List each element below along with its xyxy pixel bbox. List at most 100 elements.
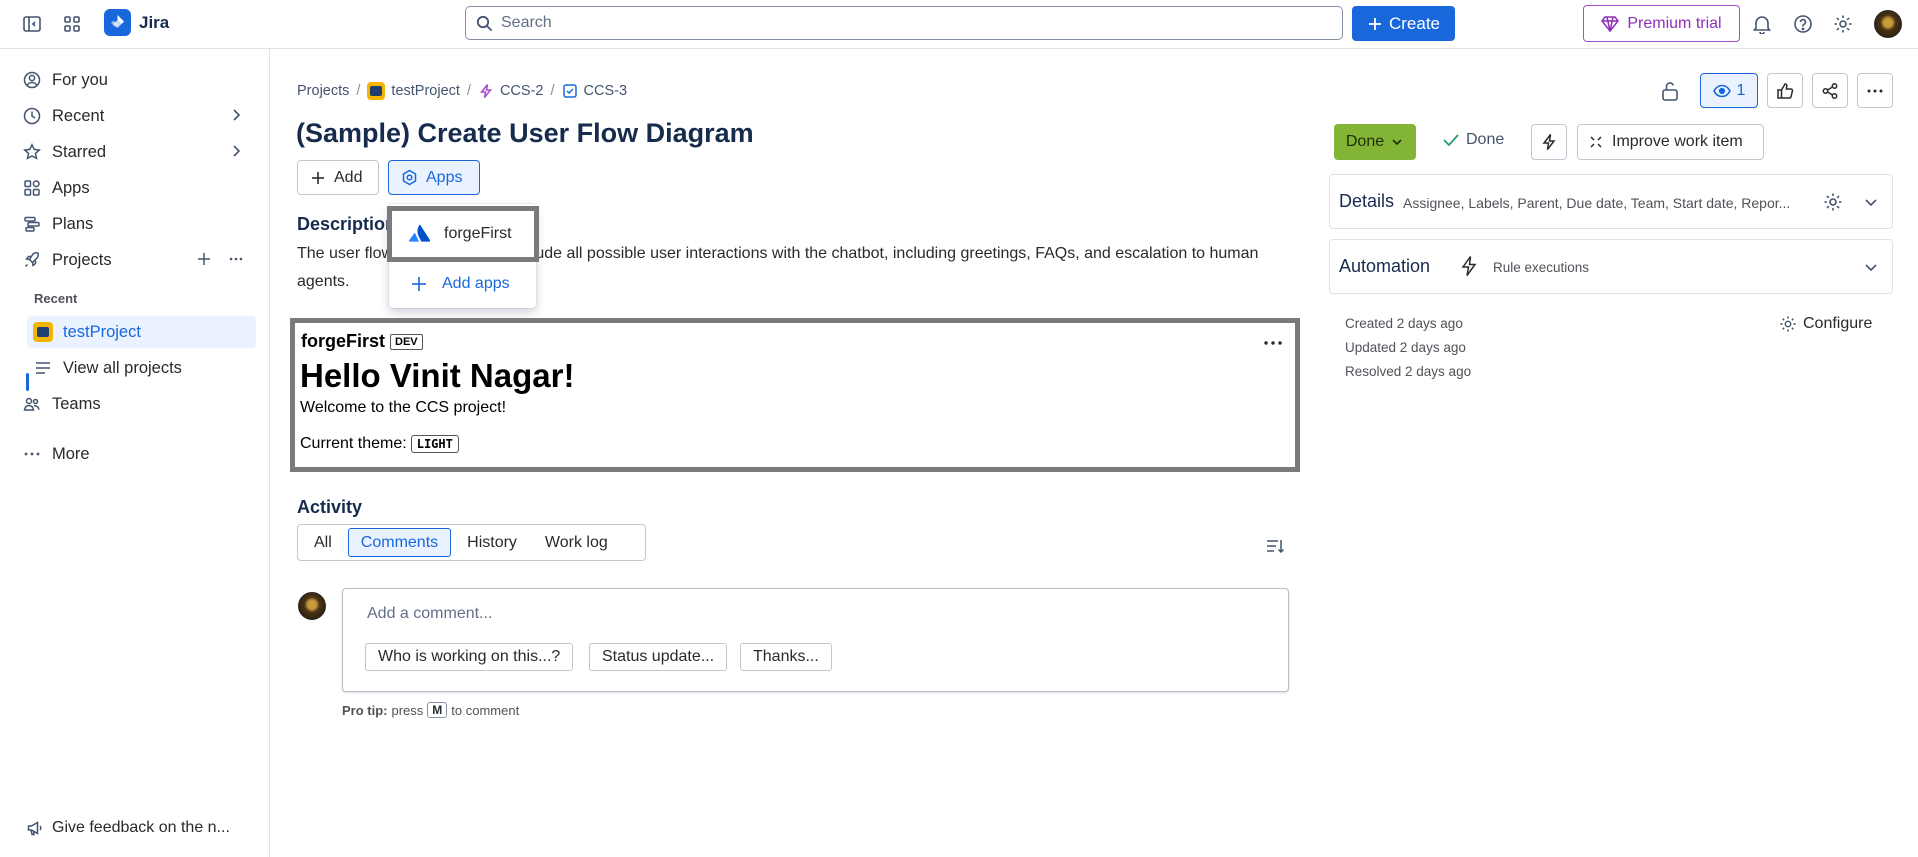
tab-work-log[interactable]: Work log (533, 528, 620, 557)
automation-trigger-button[interactable] (1531, 124, 1567, 160)
forge-welcome: Welcome to the CCS project! (300, 399, 507, 416)
chevron-down-icon[interactable] (1863, 259, 1879, 275)
sidebar-item-plans[interactable]: Plans (16, 208, 256, 240)
apps-grid-icon (22, 178, 42, 198)
sidebar-item-starred[interactable]: Starred (16, 136, 256, 168)
forge-app-panel: forgeFirst DEV Hello Vinit Nagar! Welcom… (290, 318, 1300, 472)
quick-reply-chip[interactable]: Thanks... (740, 643, 832, 671)
protip-key: M (427, 702, 448, 718)
chevron-right-icon[interactable] (228, 107, 244, 123)
add-label: Add (334, 168, 363, 186)
created-timestamp: Created 2 days ago (1345, 316, 1463, 331)
forgefirst-menu-item[interactable]: forgeFirst (387, 206, 539, 262)
lightning-icon (1541, 133, 1557, 151)
configure-button[interactable]: Configure (1779, 315, 1872, 333)
chevron-down-icon (1390, 135, 1404, 149)
breadcrumb-current[interactable]: CCS-3 (562, 83, 627, 99)
quick-reply-chip[interactable]: Who is working on this...? (365, 643, 574, 671)
quick-reply-chip[interactable]: Status update... (589, 643, 728, 671)
improve-work-item-button[interactable]: Improve work item (1577, 124, 1764, 160)
clock-icon (22, 106, 42, 126)
create-button[interactable]: Create (1352, 6, 1455, 41)
checkmark-icon (1442, 132, 1460, 148)
sidebar-toggle-icon[interactable] (18, 10, 46, 38)
jira-logo[interactable]: Jira (104, 9, 169, 36)
breadcrumb-parent[interactable]: CCS-2 (478, 83, 543, 99)
tab-history[interactable]: History (455, 528, 529, 557)
share-button[interactable] (1812, 73, 1848, 108)
eye-icon (1712, 84, 1731, 98)
search-bar[interactable] (465, 6, 1343, 40)
sidebar-item-label: Plans (52, 214, 94, 233)
sidebar-item-projects[interactable]: Projects (16, 244, 256, 276)
app-switcher-icon[interactable] (58, 10, 86, 38)
resolution-indicator: Done (1442, 131, 1504, 149)
breadcrumb-project[interactable]: testProject (367, 82, 460, 100)
premium-trial-button[interactable]: Premium trial (1583, 5, 1740, 42)
tab-comments[interactable]: Comments (347, 528, 452, 557)
add-button[interactable]: Add (297, 160, 379, 195)
chevron-down-icon[interactable] (1863, 194, 1879, 210)
sidebar-item-recent[interactable]: Recent (16, 100, 256, 132)
star-icon (22, 142, 42, 162)
page-title: (Sample) Create User Flow Diagram (296, 118, 754, 148)
give-feedback-link[interactable]: Give feedback on the n... (26, 819, 230, 837)
comment-placeholder[interactable]: Add a comment... (367, 605, 492, 623)
notifications-bell-icon[interactable] (1748, 10, 1776, 38)
plus-icon (410, 275, 428, 293)
pro-tip: Pro tip: press M to comment (342, 702, 519, 718)
breadcrumb: Projects / testProject / CCS-2 / CCS-3 (297, 82, 627, 100)
recent-section-label: Recent (34, 291, 78, 306)
details-subtitle: Assignee, Labels, Parent, Due date, Team… (1403, 195, 1791, 211)
comment-editor[interactable]: Add a comment... Who is working on this.… (342, 588, 1289, 692)
sidebar-item-more[interactable]: More (16, 438, 256, 470)
sidebar-item-label: testProject (63, 322, 141, 341)
add-apps-label: Add apps (442, 275, 510, 292)
lock-icon[interactable] (1660, 80, 1680, 102)
watch-button[interactable]: 1 (1700, 73, 1758, 108)
automation-subtitle: Rule executions (1493, 260, 1590, 275)
tab-all[interactable]: All (302, 528, 344, 557)
like-button[interactable] (1767, 73, 1803, 108)
add-project-plus-icon[interactable] (196, 251, 212, 267)
sidebar-item-apps[interactable]: Apps (16, 172, 256, 204)
add-apps-menu-item[interactable]: Add apps (393, 260, 532, 308)
more-options-icon[interactable] (1263, 335, 1283, 351)
sidebar-item-view-all-projects[interactable]: View all projects (27, 352, 256, 384)
sidebar-item-testproject[interactable]: testProject (27, 316, 256, 348)
breadcrumb-separator: / (550, 83, 555, 99)
plus-icon (1367, 16, 1383, 32)
sidebar-item-label: Apps (52, 178, 90, 197)
forge-app-name: forgeFirst (301, 331, 386, 351)
sidebar: For you Recent Starred Apps Plans Projec… (0, 49, 270, 857)
more-actions-button[interactable] (1857, 73, 1893, 108)
status-dropdown-button[interactable]: Done (1334, 124, 1416, 160)
settings-gear-icon[interactable] (1823, 192, 1843, 212)
user-avatar[interactable] (1874, 10, 1902, 38)
details-panel[interactable]: Details Assignee, Labels, Parent, Due da… (1329, 174, 1893, 229)
theme-badge: LIGHT (410, 435, 459, 453)
more-options-icon[interactable] (228, 251, 244, 267)
commenter-avatar (298, 592, 326, 620)
sidebar-item-teams[interactable]: Teams (16, 388, 256, 420)
settings-gear-icon[interactable] (1829, 10, 1857, 38)
diamond-icon (1601, 15, 1620, 32)
breadcrumb-projects[interactable]: Projects (297, 83, 349, 99)
search-input[interactable] (501, 14, 1301, 32)
epic-lightning-icon (478, 83, 494, 99)
breadcrumb-project-label: testProject (391, 83, 460, 99)
sidebar-item-label: Projects (52, 250, 112, 269)
plans-icon (22, 214, 42, 234)
activity-tabs: All Comments History Work log (297, 524, 646, 561)
apps-button[interactable]: Apps (388, 160, 480, 195)
automation-panel[interactable]: Automation Rule executions (1329, 239, 1893, 294)
improve-label: Improve work item (1612, 133, 1743, 150)
chevron-right-icon[interactable] (228, 143, 244, 159)
more-dots-icon (1866, 82, 1884, 100)
task-checkbox-icon (562, 83, 578, 99)
sidebar-item-for-you[interactable]: For you (16, 64, 256, 96)
configure-label: Configure (1803, 315, 1873, 332)
sort-order-icon[interactable] (1265, 536, 1285, 556)
megaphone-icon (26, 819, 44, 837)
help-icon[interactable] (1789, 10, 1817, 38)
